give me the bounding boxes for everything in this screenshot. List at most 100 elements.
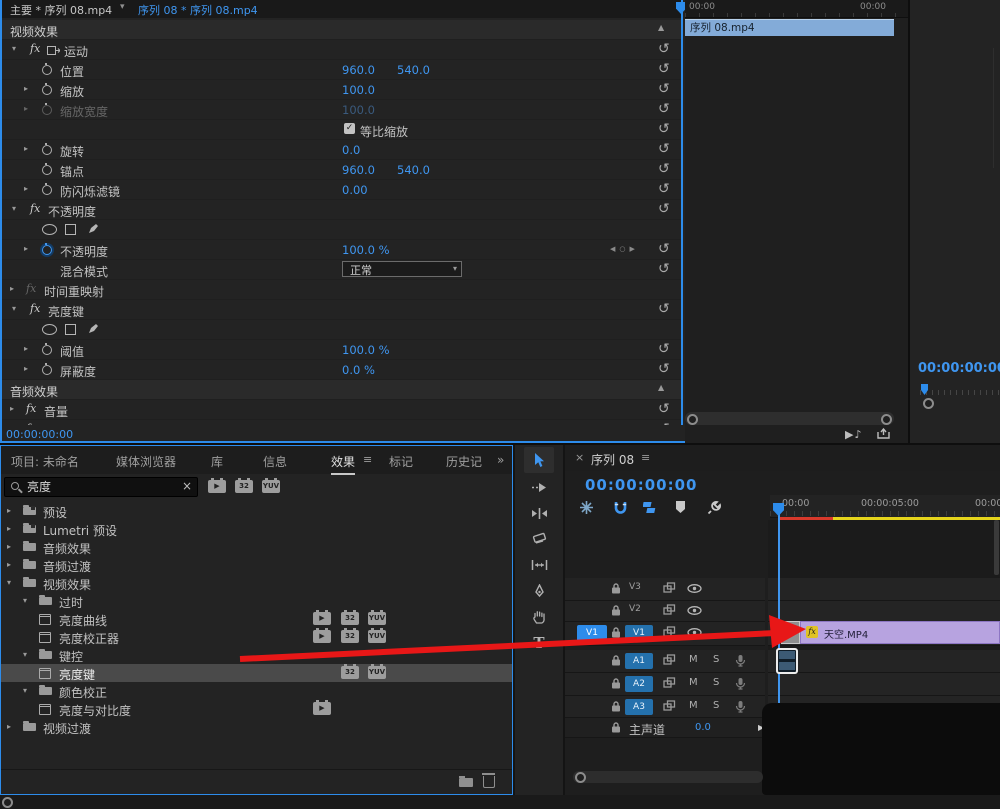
antiflicker-value[interactable]: 0.00 [342, 183, 368, 197]
accelerated-effects-badge[interactable]: ▶ [208, 478, 226, 493]
scale-value[interactable]: 100.0 [342, 83, 375, 97]
track-header-v1[interactable]: V1 V1 [565, 622, 765, 646]
lock-icon[interactable] [610, 654, 622, 670]
play-note-icon[interactable]: ▶♪ [845, 428, 862, 441]
chevron-down-icon[interactable]: ▾ [7, 578, 11, 587]
ripple-edit-tool[interactable] [524, 501, 554, 525]
mic-icon[interactable] [735, 700, 746, 716]
search-input[interactable] [27, 479, 167, 493]
stopwatch-icon-active[interactable] [42, 242, 52, 255]
track-lane-v2[interactable] [768, 601, 1000, 622]
close-icon[interactable]: × [575, 451, 584, 464]
next-keyframe-icon[interactable]: ▶ [630, 245, 639, 253]
reset-icon[interactable]: ↺ [658, 201, 670, 218]
track-lane-a2[interactable] [768, 673, 1000, 696]
effect-row-uniform-scale[interactable]: ✓ 等比缩放 ↺ [2, 120, 683, 140]
sync-lock-icon[interactable] [663, 604, 676, 618]
search-box[interactable]: × [4, 477, 198, 497]
reset-icon[interactable]: ↺ [658, 361, 670, 378]
track-lane-v3[interactable] [768, 578, 1000, 601]
mute-button[interactable]: M [689, 700, 698, 711]
cutoff-value[interactable]: 0.0 % [342, 363, 375, 377]
lock-icon[interactable] [610, 721, 622, 737]
chevron-right-icon[interactable]: ▸ [10, 404, 14, 413]
collapse-icon[interactable]: ▲ [658, 383, 664, 392]
eye-icon[interactable] [687, 582, 702, 596]
lock-icon[interactable] [610, 582, 622, 598]
source-patch-v1[interactable]: V1 [577, 625, 607, 642]
solo-button[interactable]: S [713, 677, 719, 688]
chevron-right-icon[interactable]: ▸ [24, 344, 28, 353]
track-lane-a1[interactable] [768, 650, 1000, 673]
tree-item-lumetri-presets[interactable]: ▸ Lumetri 预设 [1, 520, 512, 538]
tab-libraries[interactable]: 库 [211, 453, 223, 470]
timeline-playhead-line[interactable] [778, 505, 780, 733]
tree-item-video-transitions[interactable]: ▸ 视频过渡 [1, 718, 512, 736]
timeline-clip-sky[interactable]: fx 天空.MP4 [800, 621, 1000, 644]
panel-menu-icon[interactable]: ≡ [641, 451, 650, 464]
tab-history[interactable]: 历史记 [446, 453, 482, 470]
chevron-right-icon[interactable]: ▸ [10, 424, 14, 425]
reset-icon[interactable]: ↺ [658, 101, 670, 118]
stopwatch-icon[interactable] [42, 62, 52, 75]
solo-button[interactable]: S [713, 654, 719, 665]
reset-icon[interactable]: ↺ [658, 181, 670, 198]
scroll-handle[interactable] [881, 414, 892, 425]
mic-icon[interactable] [735, 677, 746, 693]
collapse-icon[interactable]: ▲ [658, 23, 664, 32]
effect-controls-timecode[interactable]: 00:00:00:00 [6, 428, 73, 441]
type-tool[interactable]: T [524, 631, 554, 655]
chevron-down-icon[interactable]: ▾ [120, 2, 125, 12]
timeline-tab[interactable]: 序列 08 [591, 451, 634, 468]
delete-icon[interactable] [481, 773, 495, 788]
effect-row-time-remap[interactable]: ▸ fx 时间重映射 [2, 280, 683, 300]
mute-button[interactable]: M [689, 677, 698, 688]
tab-effects[interactable]: 效果 [331, 453, 356, 475]
monitor-zoom-handle[interactable] [923, 398, 934, 409]
timeline-horizontal-scrollbar[interactable] [573, 771, 763, 783]
effect-row-threshold[interactable]: ▸ 阈值 100.0 % ↺ [2, 340, 683, 360]
chevron-right-icon[interactable]: ▸ [7, 542, 11, 551]
anchor-y-value[interactable]: 540.0 [397, 163, 430, 177]
mic-icon[interactable] [735, 654, 746, 670]
tree-item-presets[interactable]: ▸ 预设 [1, 502, 512, 520]
mute-button[interactable]: M [689, 654, 698, 665]
stopwatch-icon[interactable] [42, 362, 52, 375]
pen-tool[interactable] [524, 579, 554, 603]
timeline-ruler[interactable]: 00:00 00:00:05:00 00:00:10 [770, 495, 1000, 518]
stopwatch-icon[interactable] [42, 142, 52, 155]
effect-row-opacity[interactable]: ▸ 不透明度 100.0 % ◀○▶ ↺ [2, 240, 683, 260]
lock-icon[interactable] [610, 677, 622, 693]
effect-row-antiflicker[interactable]: ▸ 防闪烁滤镜 0.00 ↺ [2, 180, 683, 200]
track-header-a3[interactable]: A3 M S [565, 696, 765, 718]
tree-item-brightness-contrast[interactable]: 亮度与对比度 ▶ [1, 700, 512, 718]
chevron-down-icon[interactable]: ▾ [12, 44, 16, 53]
32bit-effects-badge[interactable]: 32 [235, 478, 253, 493]
rotation-value[interactable]: 0.0 [342, 143, 360, 157]
pen-mask-icon[interactable] [87, 323, 99, 338]
tree-item-keying[interactable]: ▾ 键控 [1, 646, 512, 664]
sync-lock-icon[interactable] [663, 654, 676, 668]
timeline-vertical-scrollbar[interactable] [994, 520, 999, 575]
track-select-forward-tool[interactable] [524, 475, 554, 499]
tree-item-luma-key-selected[interactable]: 亮度键 32 YUV [1, 664, 512, 682]
reset-icon[interactable]: ↺ [658, 261, 670, 278]
scroll-handle[interactable] [687, 414, 698, 425]
new-custom-bin-icon[interactable] [459, 776, 473, 787]
tab-media-browser[interactable]: 媒体浏览器 [116, 453, 176, 470]
effect-controls-ruler[interactable]: 00:00 00:00 [685, 0, 910, 18]
tab-sequence-clip[interactable]: 序列 08 * 序列 08.mp4 [138, 2, 258, 18]
reset-icon[interactable]: ↺ [658, 421, 670, 425]
opacity-value[interactable]: 100.0 % [342, 243, 390, 257]
tree-item-audio-effects[interactable]: ▸ 音频效果 [1, 538, 512, 556]
tree-item-obsolete[interactable]: ▾ 过时 [1, 592, 512, 610]
effect-row-cutoff[interactable]: ▸ 屏蔽度 0.0 % ↺ [2, 360, 683, 380]
rect-mask-icon[interactable] [65, 224, 76, 235]
effect-row-scale[interactable]: ▸ 缩放 100.0 ↺ [2, 80, 683, 100]
effect-row-anchor[interactable]: 锚点 960.0 540.0 ↺ [2, 160, 683, 180]
tree-item-audio-transitions[interactable]: ▸ 音频过渡 [1, 556, 512, 574]
effect-row-position[interactable]: 位置 960.0 540.0 ↺ [2, 60, 683, 80]
snap-magnet-icon[interactable] [613, 500, 628, 518]
tree-item-luma-curve[interactable]: 亮度曲线 ▶ 32 YUV [1, 610, 512, 628]
sync-lock-icon[interactable] [663, 700, 676, 714]
